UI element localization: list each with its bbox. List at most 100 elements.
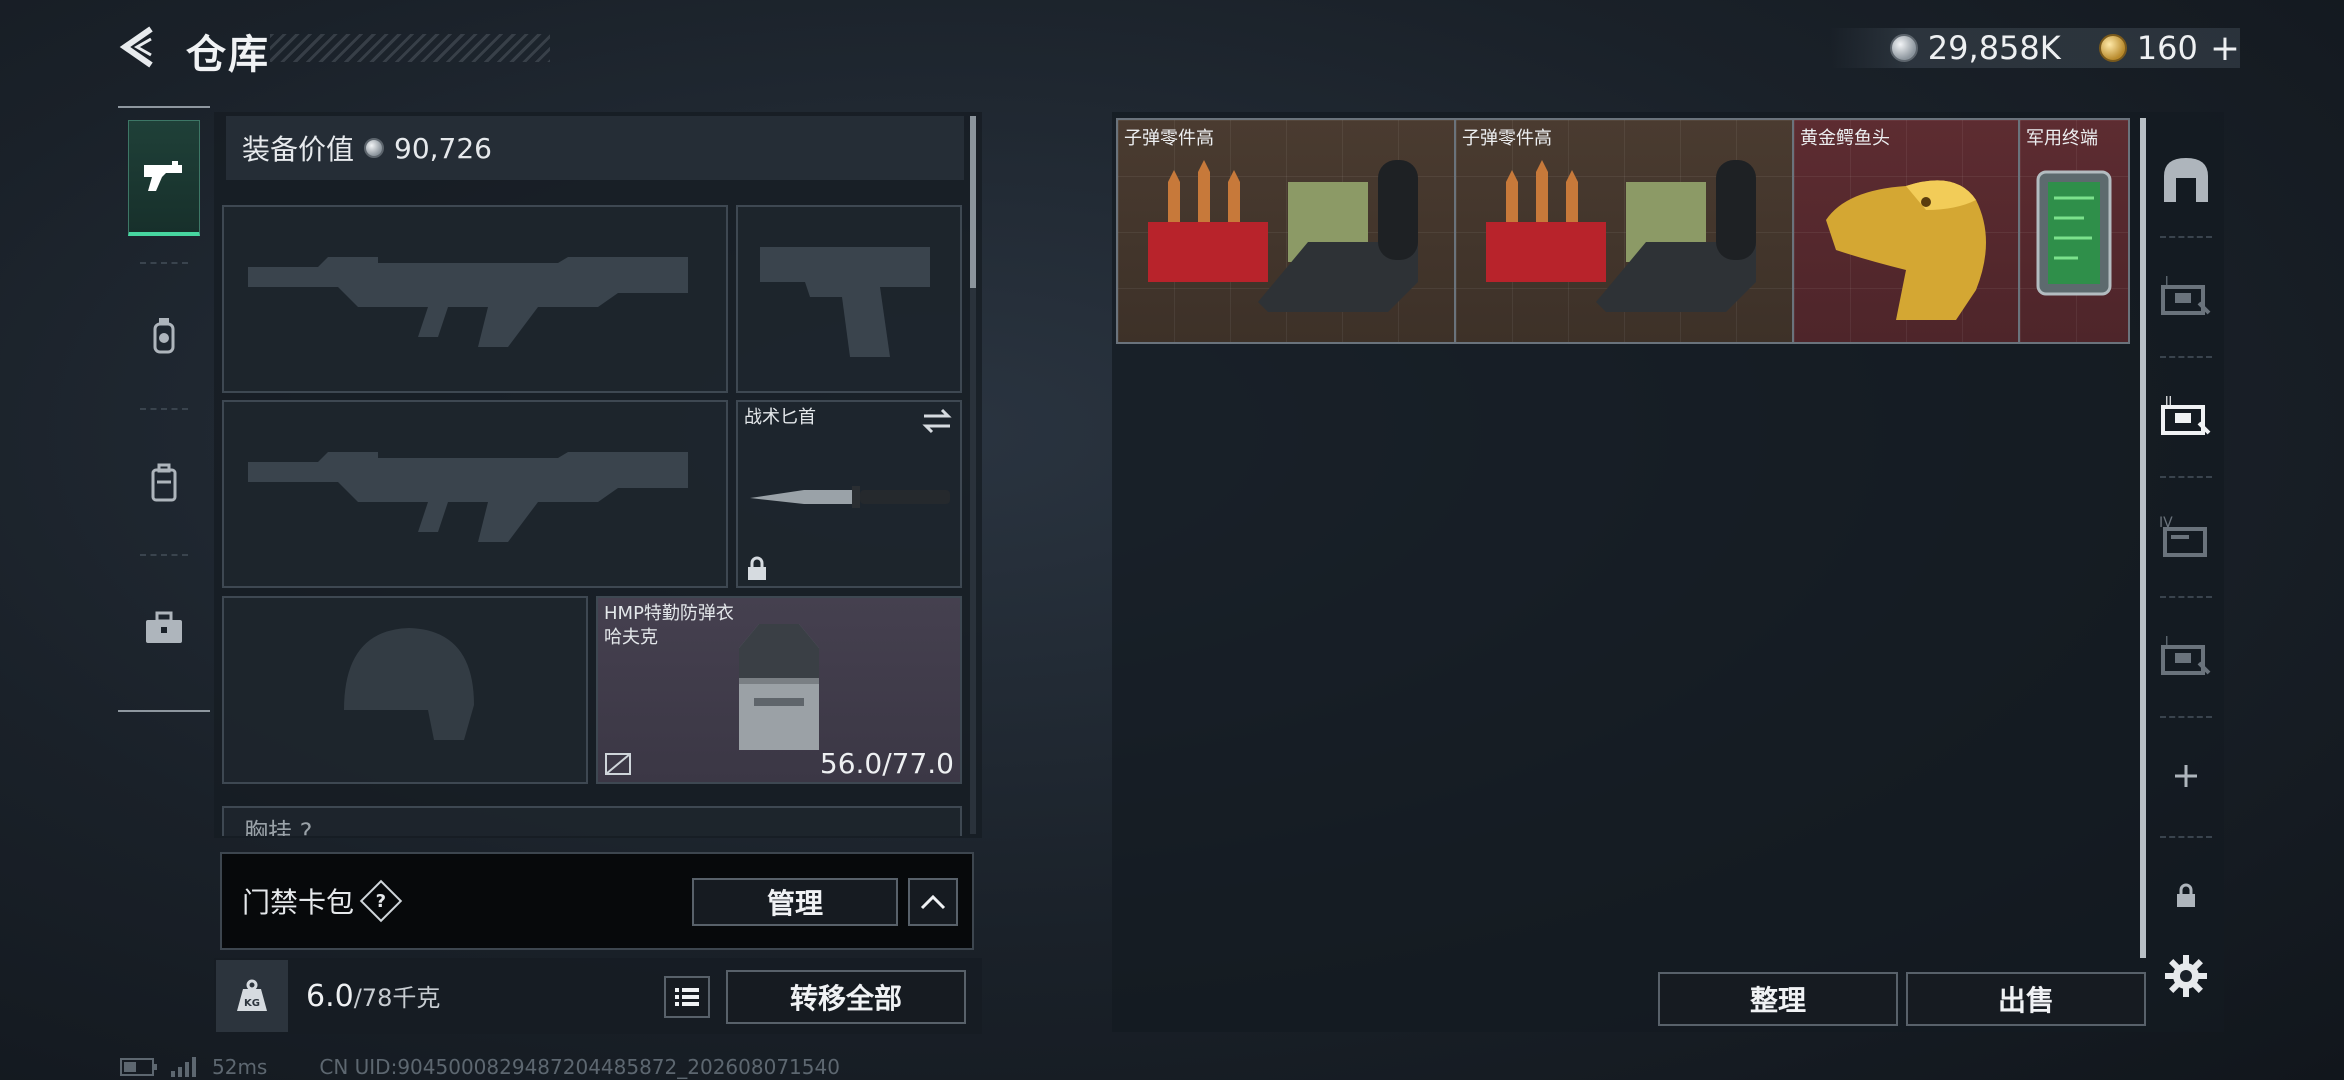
svg-text:II: II <box>2165 394 2172 408</box>
tab-storage-1[interactable]: I <box>2150 246 2222 346</box>
storage-item-2[interactable]: 子弹零件高 <box>1456 120 1794 342</box>
plus-icon <box>2175 765 2197 787</box>
storage-item-1[interactable]: 子弹零件高 <box>1118 120 1456 342</box>
swap-icon[interactable] <box>922 408 952 434</box>
chest-rig-label: 胸挂 <box>244 818 292 836</box>
status-bar: 52ms CN UID:9045000829487204485872_20260… <box>120 1055 840 1079</box>
body-armor-icon <box>739 624 819 750</box>
keycard-label: 门禁卡包 <box>242 886 355 919</box>
signal-icon <box>171 1057 196 1077</box>
gold-coin-icon <box>2098 34 2127 62</box>
helmet-slot[interactable] <box>222 596 588 784</box>
tab-backpack[interactable] <box>128 424 200 540</box>
gold-currency-amount: 160 <box>2136 29 2198 67</box>
storage-tab-IV-icon: IV <box>2159 515 2207 557</box>
list-icon <box>675 988 699 1006</box>
primary-weapon-slot-1[interactable] <box>222 205 728 393</box>
armor-durability: 56.0/77.0 <box>819 747 954 780</box>
equipment-value-label: 装备价值 <box>242 133 355 166</box>
helmet-silhouette-icon <box>344 628 474 740</box>
tab-safe-box[interactable] <box>2150 130 2222 230</box>
ammo-parts-icon <box>1486 160 1756 312</box>
no-repair-icon <box>605 753 631 775</box>
manage-button[interactable]: 管理 <box>692 878 898 926</box>
item-name: 子弹零件高 <box>1462 128 1552 149</box>
item-name: 黄金鳄鱼头 <box>1800 128 1890 149</box>
storage-scrollbar[interactable] <box>2140 118 2146 958</box>
gun-icon <box>144 160 182 191</box>
briefcase-icon <box>146 611 182 643</box>
transfer-all-button[interactable]: 转移全部 <box>726 970 966 1024</box>
svg-text:I: I <box>2165 274 2169 288</box>
keycard-bar: 门禁卡包 ? 管理 <box>220 852 974 950</box>
tab-storage-5[interactable]: I <box>2150 606 2222 706</box>
storage-items-row: 子弹零件高 子弹零件高 黄金鳄鱼头 军用终端 <box>1116 118 2130 344</box>
storage-item-4[interactable]: 军用终端 <box>2020 120 2128 342</box>
tab-weapons[interactable] <box>128 120 200 236</box>
gear-icon <box>2165 955 2207 997</box>
storage-item-3[interactable]: 黄金鳄鱼头 <box>1794 120 2020 342</box>
weight-icon-box: KG <box>216 960 288 1032</box>
golden-crocodile-head-icon <box>1826 180 1986 320</box>
silver-coin-icon <box>1889 34 1918 62</box>
weight-kg-icon: KG <box>237 979 267 1011</box>
rifle-silhouette-icon <box>248 452 688 542</box>
tab-equipment[interactable] <box>128 278 200 394</box>
sell-button[interactable]: 出售 <box>1906 972 2146 1026</box>
weight-current: 6.0 <box>306 979 354 1014</box>
page-title: 仓库 <box>186 32 270 78</box>
left-tab-column <box>118 106 210 712</box>
backpack-icon <box>151 463 177 502</box>
safe-box-icon <box>2164 158 2208 202</box>
storage-tab-5-icon: I <box>2161 634 2211 675</box>
armor-brand: 哈夫克 <box>604 627 658 648</box>
weight-readout: 6.0/78千克 <box>306 978 440 1014</box>
equipment-scroll-thumb[interactable] <box>970 116 976 288</box>
weight-bar: KG 6.0/78千克 转移全部 <box>214 958 982 1034</box>
tab-cases[interactable] <box>128 570 200 686</box>
ammo-parts-icon <box>1148 160 1418 312</box>
title-decoration <box>270 34 550 62</box>
knife-slot-label: 战术匕首 <box>744 407 816 428</box>
grenade-icon <box>153 318 175 354</box>
equipment-value-bar: 装备价值 90,726 <box>226 116 964 180</box>
rifle-silhouette-icon <box>248 257 688 347</box>
primary-weapon-slot-2[interactable] <box>222 400 728 588</box>
collapse-button[interactable] <box>908 878 958 926</box>
item-name: 军用终端 <box>2026 128 2098 149</box>
list-view-button[interactable] <box>664 976 710 1018</box>
silver-currency-amount: 29,858K <box>1927 29 2061 67</box>
lock-icon <box>2177 883 2195 907</box>
sort-button[interactable]: 整理 <box>1658 972 1898 1026</box>
silver-coin-icon <box>364 138 385 158</box>
keycard-help-button[interactable]: ? <box>359 879 403 923</box>
lock-icon <box>748 556 766 580</box>
settings-button[interactable] <box>2160 950 2212 1002</box>
svg-text:KG: KG <box>244 998 260 1009</box>
add-currency-button[interactable]: + <box>2210 28 2240 69</box>
armor-name: HMP特勤防弹衣 <box>604 603 734 624</box>
storage-tab-1-icon: I <box>2161 274 2211 315</box>
currency-bar: 29,858K 160 + <box>1829 28 2240 69</box>
knife-slot[interactable]: 战术匕首 <box>736 400 962 588</box>
item-name: 子弹零件高 <box>1124 128 1214 149</box>
equipment-value: 90,726 <box>394 131 492 165</box>
uid-text: CN UID:9045000829487204485872_2026080715… <box>319 1055 840 1079</box>
pistol-slot[interactable] <box>736 205 962 393</box>
back-arrow-icon <box>119 26 153 68</box>
svg-text:I: I <box>2165 634 2169 648</box>
tactical-knife-icon <box>750 486 950 508</box>
add-storage-tab-button[interactable] <box>2150 726 2222 826</box>
tab-storage-4[interactable]: IV <box>2150 486 2222 586</box>
storage-tab-2-icon: II <box>2161 394 2211 435</box>
military-terminal-icon <box>2036 170 2112 296</box>
chevron-up-icon <box>920 894 946 910</box>
back-button[interactable] <box>112 22 166 72</box>
armor-slot[interactable]: HMP特勤防弹衣 哈夫克 56.0/77.0 <box>596 596 962 784</box>
weight-max: /78千克 <box>353 984 441 1012</box>
battery-icon <box>120 1058 157 1076</box>
chest-rig-slot[interactable]: 胸挂 ? <box>222 806 962 836</box>
pistol-silhouette-icon <box>760 247 930 357</box>
tab-storage-2[interactable]: II <box>2150 366 2222 466</box>
locked-storage-tab[interactable] <box>2150 846 2222 946</box>
